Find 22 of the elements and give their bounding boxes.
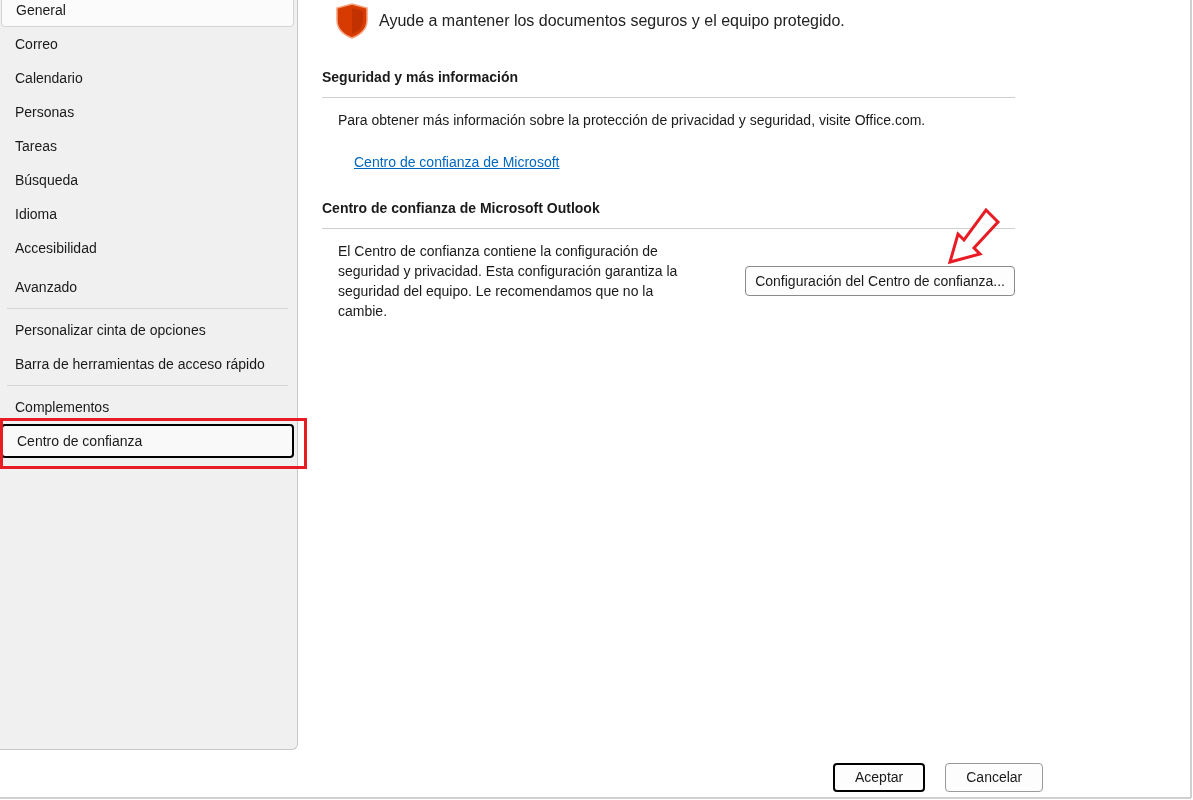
sidebar-item[interactable]: Complementos <box>0 390 295 424</box>
dialog-button[interactable]: Cancelar <box>945 763 1044 792</box>
sidebar-item[interactable]: Idioma <box>0 197 295 231</box>
info-text: Para obtener más información sobre la protección de privacidad y seguridad, visite Office.com. <box>338 111 927 130</box>
intro-text: Ayude a mantener los documentos seguros y el equipo protegido. <box>379 11 845 31</box>
sidebar-item[interactable]: Búsqueda <box>0 163 295 197</box>
sidebar-item[interactable]: Calendario <box>0 61 295 95</box>
info-text: El Centro de confianza contiene la configuración de seguridad y privacidad. Esta configuración garantiza la seguridad del equipo. Le recomendamos que no la cambie. <box>338 242 679 321</box>
shield-icon <box>335 3 369 39</box>
sidebar-item[interactable]: Correo <box>0 27 295 61</box>
sidebar-item[interactable]: Personas <box>0 95 295 129</box>
dialog-button[interactable]: Aceptar <box>833 763 926 792</box>
sidebar-item[interactable]: Avanzado <box>0 270 295 304</box>
sidebar-item[interactable]: Barra de herramientas de acceso rápido <box>0 347 295 381</box>
sidebar-item[interactable]: Tareas <box>0 129 295 163</box>
sidebar-item[interactable]: General <box>1 0 294 27</box>
sidebar-item[interactable]: Personalizar cinta de opciones <box>0 313 295 347</box>
sidebar-item[interactable]: Accesibilidad <box>0 231 295 265</box>
section-heading: Seguridad y más información <box>322 67 1015 98</box>
microsoft-trust-center-link[interactable]: Centro de confianza de Microsoft <box>354 152 560 173</box>
trust-center-settings-button[interactable]: Configuración del Centro de confianza... <box>745 266 1015 296</box>
sidebar-item[interactable]: Centro de confianza <box>1 424 294 458</box>
